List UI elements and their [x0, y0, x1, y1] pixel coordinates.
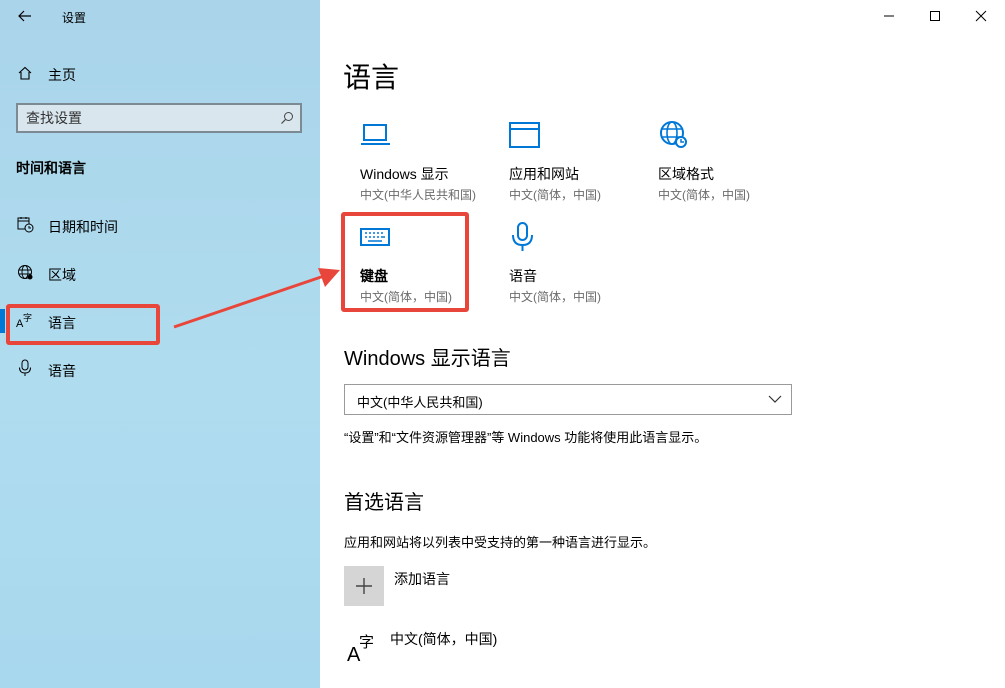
- annotation-box-keyboard: [341, 212, 469, 312]
- tile-title: 应用和网站: [509, 166, 579, 182]
- search-icon[interactable]: [280, 111, 294, 125]
- display-language-heading: Windows 显示语言: [344, 348, 511, 370]
- home-icon: [16, 64, 34, 82]
- tile-subtitle: 中文(简体，中国): [509, 290, 601, 304]
- tile-speech[interactable]: 语音 中文(简体，中国): [509, 222, 649, 312]
- back-button[interactable]: [12, 5, 38, 27]
- annotation-arrow: [173, 268, 340, 329]
- tile-subtitle: 中文(简体，中国): [658, 188, 750, 202]
- sidebar-item-date-time[interactable]: 日期和时间: [48, 217, 118, 237]
- tile-title: 语音: [509, 268, 537, 284]
- tile-windows-display[interactable]: Windows 显示 中文(中华人民共和国): [360, 120, 500, 210]
- search-input[interactable]: [26, 109, 276, 127]
- search-box: [16, 103, 302, 133]
- tile-apps-websites[interactable]: 应用和网站 中文(简体，中国): [509, 120, 649, 210]
- dropdown-value: 中文(中华人民共和国): [357, 395, 483, 410]
- globe-icon: [660, 121, 687, 148]
- add-language-button[interactable]: [344, 566, 384, 606]
- plus-icon: [356, 578, 372, 594]
- window-icon: [509, 122, 540, 148]
- monitor-icon: [361, 124, 390, 145]
- close-icon: [975, 10, 987, 22]
- category-title: 时间和语言: [16, 160, 86, 176]
- language-icon: A 字: [347, 633, 374, 664]
- selected-indicator: [0, 309, 5, 333]
- preferred-languages-heading: 首选语言: [344, 492, 424, 514]
- page-title: 语言: [343, 62, 400, 93]
- maximize-icon: [930, 11, 940, 21]
- sidebar-item-home[interactable]: 主页: [48, 65, 76, 85]
- microphone-icon: [512, 222, 533, 251]
- sidebar-item-speech[interactable]: 语音: [48, 361, 76, 381]
- globe-icon: [16, 263, 34, 281]
- microphone-icon: [16, 359, 34, 377]
- tile-subtitle: 中文(简体，中国): [509, 188, 601, 202]
- display-language-description: “设置”和“文件资源管理器”等 Windows 功能将使用此语言显示。: [344, 430, 708, 445]
- display-language-dropdown[interactable]: 中文(中华人民共和国): [344, 384, 792, 415]
- sidebar-item-region[interactable]: 区域: [48, 265, 76, 285]
- add-language-label[interactable]: 添加语言: [394, 569, 450, 589]
- tile-regional-format[interactable]: 区域格式 中文(简体，中国): [658, 120, 798, 210]
- svg-text:字: 字: [359, 633, 374, 651]
- close-button[interactable]: [958, 0, 1004, 32]
- back-arrow-icon: [18, 10, 31, 22]
- tile-title: Windows 显示: [360, 166, 449, 182]
- window-title: 设置: [62, 11, 87, 25]
- annotation-box-language: [6, 304, 160, 345]
- tile-title: 区域格式: [658, 166, 714, 182]
- minimize-icon: [884, 15, 894, 17]
- maximize-button[interactable]: [912, 0, 958, 32]
- language-list-item[interactable]: 中文(简体，中国): [390, 629, 497, 649]
- minimize-button[interactable]: [866, 0, 912, 32]
- calendar-clock-icon: [16, 215, 34, 233]
- preferred-languages-description: 应用和网站将以列表中受支持的第一种语言进行显示。: [344, 535, 657, 550]
- chevron-down-icon: [768, 395, 782, 403]
- tile-subtitle: 中文(中华人民共和国): [360, 188, 476, 202]
